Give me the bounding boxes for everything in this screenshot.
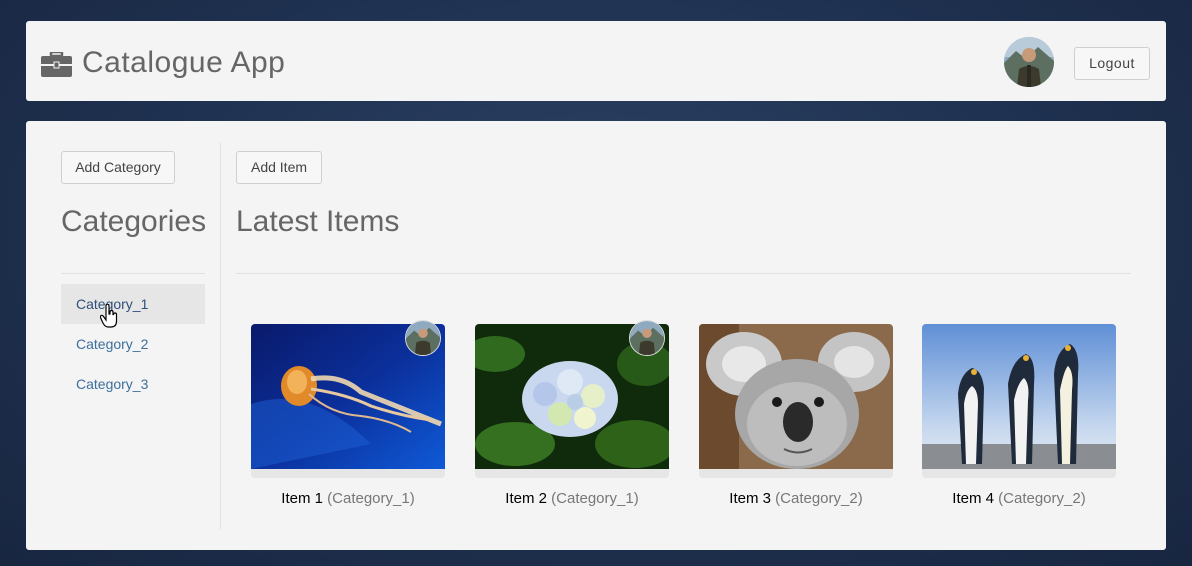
latest-items-heading: Latest Items xyxy=(236,205,400,238)
item-card[interactable]: Item 4 (Category_2) xyxy=(922,324,1116,507)
item-caption: Item 3 (Category_2) xyxy=(699,490,893,507)
add-item-button[interactable]: Add Item xyxy=(236,151,322,184)
avatar[interactable] xyxy=(1004,37,1054,87)
categories-heading: Categories xyxy=(61,205,207,238)
item-caption: Item 4 (Category_2) xyxy=(922,490,1116,507)
app-title: Catalogue App xyxy=(82,46,286,79)
item-category: (Category_2) xyxy=(775,490,863,507)
divider xyxy=(236,273,1131,274)
item-name[interactable]: Item 4 xyxy=(952,490,994,507)
logout-button[interactable]: Logout xyxy=(1074,47,1150,80)
sidebar-item-category-1[interactable]: Category_1 xyxy=(61,284,205,324)
owner-avatar xyxy=(405,320,441,356)
sidebar-item-category-3[interactable]: Category_3 xyxy=(61,364,205,404)
header-bar: Catalogue App Logout xyxy=(26,21,1166,101)
item-name[interactable]: Item 1 xyxy=(281,490,323,507)
item-card[interactable]: Item 3 (Category_2) xyxy=(699,324,893,507)
item-card[interactable]: Item 2 (Category_1) xyxy=(475,320,669,507)
main-panel: Add Category Categories Category_1 Categ… xyxy=(26,121,1166,550)
item-category: (Category_1) xyxy=(327,490,415,507)
item-name[interactable]: Item 2 xyxy=(505,490,547,507)
item-category: (Category_1) xyxy=(551,490,639,507)
divider xyxy=(61,273,205,274)
item-image-penguins[interactable] xyxy=(922,324,1116,469)
briefcase-icon xyxy=(41,52,72,77)
owner-avatar xyxy=(629,320,665,356)
hand-pointer-icon xyxy=(100,304,118,328)
item-card[interactable]: Item 1 (Category_1) xyxy=(251,320,445,507)
item-category: (Category_2) xyxy=(998,490,1086,507)
add-category-button[interactable]: Add Category xyxy=(61,151,175,184)
item-image-koala[interactable] xyxy=(699,324,893,469)
item-caption: Item 2 (Category_1) xyxy=(475,490,669,507)
item-name[interactable]: Item 3 xyxy=(729,490,771,507)
item-caption: Item 1 (Category_1) xyxy=(251,490,445,507)
sidebar-item-category-2[interactable]: Category_2 xyxy=(61,324,205,364)
column-divider xyxy=(220,143,221,529)
